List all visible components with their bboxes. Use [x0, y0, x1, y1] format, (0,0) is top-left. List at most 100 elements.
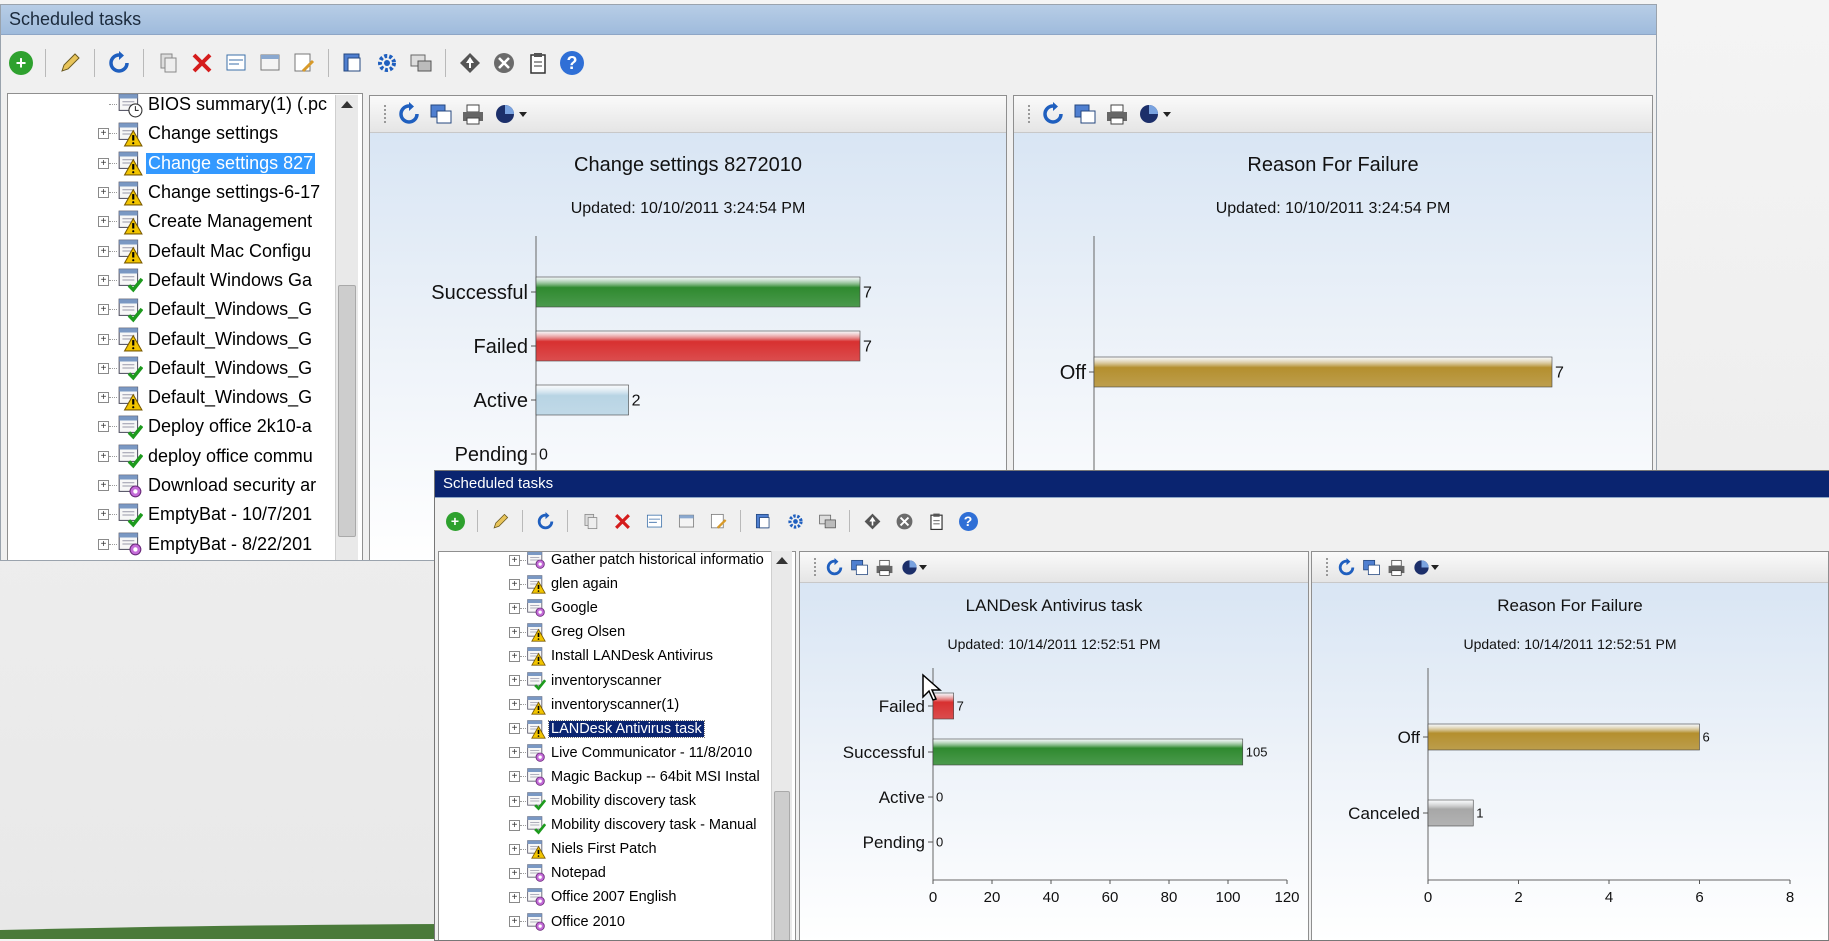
expand-toggle-icon[interactable]: +	[509, 843, 520, 855]
refresh-button[interactable]	[105, 49, 133, 77]
tree-item[interactable]: + inventoryscanner	[439, 669, 795, 693]
expand-toggle-icon[interactable]: +	[509, 626, 520, 638]
expand-toggle-icon[interactable]: +	[509, 650, 520, 662]
report-button[interactable]	[704, 507, 732, 535]
cancel-button[interactable]	[490, 49, 518, 77]
properties-button[interactable]	[222, 49, 250, 77]
expand-toggle-icon[interactable]: +	[509, 578, 520, 590]
expand-toggle-icon[interactable]: +	[509, 699, 520, 711]
tree-item[interactable]: + Install LANDesk Antivirus	[439, 644, 795, 668]
tree-item[interactable]: + LANDesk Antivirus task	[439, 717, 795, 741]
tree-item[interactable]: + Download security ar	[8, 471, 362, 500]
start-button[interactable]	[456, 49, 484, 77]
copy-button[interactable]	[154, 49, 182, 77]
tree-item[interactable]: + inventoryscanner(1)	[439, 693, 795, 717]
expand-toggle-icon[interactable]: +	[509, 891, 520, 903]
expand-toggle-icon[interactable]: +	[509, 747, 520, 759]
tree-item[interactable]: + Magic Backup -- 64bit MSI Instal	[439, 765, 795, 789]
tree-item[interactable]: + Notepad	[439, 861, 795, 885]
expand-toggle-icon[interactable]: +	[509, 867, 520, 879]
tree-item[interactable]: + Create Management	[8, 207, 362, 236]
tree-item[interactable]: + Office 2007 English	[439, 885, 795, 909]
expand-toggle-icon[interactable]: +	[98, 187, 109, 199]
report-button[interactable]	[290, 49, 318, 77]
edit-button[interactable]	[56, 49, 84, 77]
expand-toggle-icon[interactable]: +	[98, 509, 109, 521]
schedule-button[interactable]	[672, 507, 700, 535]
task-tree[interactable]: +BIOS summary(1) (.pc+Change settings+Ch…	[7, 93, 363, 560]
delete-button[interactable]	[188, 49, 216, 77]
expand-toggle-icon[interactable]: +	[98, 392, 109, 404]
clipboard-button[interactable]	[524, 49, 552, 77]
help-button[interactable]: ?	[558, 49, 586, 77]
scroll-thumb[interactable]	[338, 285, 356, 537]
settings-button[interactable]	[781, 507, 809, 535]
tree-item[interactable]: + EmptyBat - 8/22/201	[8, 530, 362, 559]
expand-toggle-icon[interactable]: +	[509, 771, 520, 783]
settings-button[interactable]	[373, 49, 401, 77]
tree-item[interactable]: + Niels First Patch	[439, 837, 795, 861]
expand-toggle-icon[interactable]: +	[509, 723, 520, 735]
tree-item[interactable]: + Deploy office 2k10-a	[8, 412, 362, 441]
scroll-thumb-front[interactable]	[774, 791, 790, 940]
delete-button[interactable]	[608, 507, 636, 535]
expand-toggle-icon[interactable]: +	[509, 819, 520, 831]
tree-item[interactable]: + Default_Windows_G	[8, 383, 362, 412]
tree-item[interactable]: + Default Windows Ga	[8, 266, 362, 295]
copy-button[interactable]	[576, 507, 604, 535]
export-button[interactable]	[339, 49, 367, 77]
tree-item[interactable]: + Change settings 827	[8, 149, 362, 178]
tree-item[interactable]: + Change settings-6-17	[8, 178, 362, 207]
expand-toggle-icon[interactable]: +	[509, 916, 520, 928]
tree-item[interactable]: + Default Mac Configu	[8, 237, 362, 266]
targets-button[interactable]	[407, 49, 435, 77]
cancel-button[interactable]	[890, 507, 918, 535]
expand-toggle-icon[interactable]: +	[98, 274, 109, 286]
expand-toggle-icon[interactable]: +	[98, 538, 109, 550]
tree-scrollbar-front[interactable]	[771, 551, 792, 940]
expand-toggle-icon[interactable]: +	[98, 480, 109, 492]
tree-scrollbar[interactable]	[335, 95, 358, 560]
scroll-up-arrow-icon[interactable]	[776, 557, 788, 564]
tree-item[interactable]: +BIOS summary(1) (.pc	[8, 94, 362, 119]
tree-item[interactable]: + Google	[439, 596, 795, 620]
scroll-up-arrow-icon[interactable]	[341, 101, 353, 108]
task-tree-front[interactable]: + Gather patch historical informatio + glen…	[438, 551, 796, 940]
schedule-button[interactable]	[256, 49, 284, 77]
expand-toggle-icon[interactable]: +	[98, 128, 109, 140]
expand-toggle-icon[interactable]: +	[509, 602, 520, 614]
edit-button[interactable]	[486, 507, 514, 535]
tree-item[interactable]: + deploy office commu	[8, 442, 362, 471]
expand-toggle-icon[interactable]: +	[509, 554, 520, 566]
refresh-button[interactable]	[531, 507, 559, 535]
expand-toggle-icon[interactable]: +	[98, 245, 109, 257]
tree-item[interactable]: + Gather patch historical informatio	[439, 552, 795, 572]
tree-item[interactable]: + Greg Olsen	[439, 620, 795, 644]
help-button[interactable]: ?	[954, 507, 982, 535]
export-button[interactable]	[749, 507, 777, 535]
expand-toggle-icon[interactable]: +	[98, 421, 109, 433]
expand-toggle-icon[interactable]: +	[98, 304, 109, 316]
tree-item[interactable]: + glen again	[439, 572, 795, 596]
expand-toggle-icon[interactable]: +	[98, 333, 109, 345]
add-button[interactable]: +	[7, 49, 35, 77]
expand-toggle-icon[interactable]: +	[98, 362, 109, 374]
expand-toggle-icon[interactable]: +	[98, 157, 109, 169]
clipboard-button[interactable]	[922, 507, 950, 535]
expand-toggle-icon[interactable]: +	[509, 675, 520, 687]
tree-item[interactable]: + Mobility discovery task	[439, 789, 795, 813]
tree-item[interactable]: + Office 2010	[439, 910, 795, 934]
add-button[interactable]: +	[441, 507, 469, 535]
targets-button[interactable]	[813, 507, 841, 535]
properties-button[interactable]	[640, 507, 668, 535]
expand-toggle-icon[interactable]: +	[98, 450, 109, 462]
tree-item[interactable]: + Default_Windows_G	[8, 324, 362, 353]
expand-toggle-icon[interactable]: +	[509, 795, 520, 807]
expand-toggle-icon[interactable]: +	[98, 216, 109, 228]
tree-item[interactable]: + Default_Windows_G	[8, 354, 362, 383]
tree-item[interactable]: + Live Communicator - 11/8/2010	[439, 741, 795, 765]
tree-item[interactable]: + Change settings	[8, 119, 362, 148]
tree-item[interactable]: + Default_Windows_G	[8, 295, 362, 324]
tree-item[interactable]: + Mobility discovery task - Manual	[439, 813, 795, 837]
start-button[interactable]	[858, 507, 886, 535]
